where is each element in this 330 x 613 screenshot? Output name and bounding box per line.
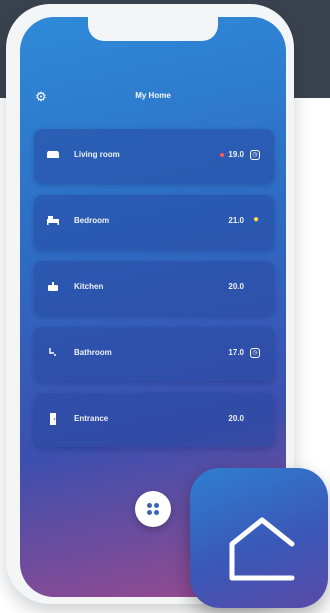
pot-icon — [46, 281, 60, 293]
app-icon-badge — [190, 468, 328, 608]
timer-icon[interactable]: ◷ — [250, 150, 260, 160]
phone-notch — [88, 17, 218, 41]
room-temperature: 17.0 — [228, 348, 244, 357]
page-title: My Home — [135, 91, 171, 100]
room-temperature: 21.0 — [228, 216, 244, 225]
room-name: Kitchen — [74, 282, 104, 291]
room-temperature: 20.0 — [228, 414, 244, 423]
bulb-icon[interactable]: ● — [250, 214, 262, 226]
room-card-entrance[interactable]: Entrance 20.0 — [34, 393, 274, 447]
door-icon — [46, 413, 60, 425]
room-card-bedroom[interactable]: Bedroom 21.0 ● — [34, 195, 274, 249]
shower-icon — [46, 347, 60, 359]
room-name: Bathroom — [74, 348, 112, 357]
bed-icon — [46, 215, 60, 227]
room-card-bathroom[interactable]: Bathroom 17.0 ◷ — [34, 327, 274, 381]
heating-indicator — [220, 153, 224, 157]
menu-fab-button[interactable] — [135, 491, 171, 527]
room-card-living-room[interactable]: Living room 19.0 ◷ — [34, 129, 274, 183]
home-icon — [229, 517, 295, 581]
grid-dots-icon — [147, 503, 159, 515]
room-name: Bedroom — [74, 216, 110, 225]
timer-icon[interactable]: ◷ — [250, 348, 260, 358]
room-card-kitchen[interactable]: Kitchen 20.0 — [34, 261, 274, 315]
room-name: Entrance — [74, 414, 109, 423]
room-temperature: 19.0 — [228, 150, 244, 159]
room-name: Living room — [74, 150, 120, 159]
room-temperature: 20.0 — [228, 282, 244, 291]
sofa-icon — [46, 149, 60, 161]
